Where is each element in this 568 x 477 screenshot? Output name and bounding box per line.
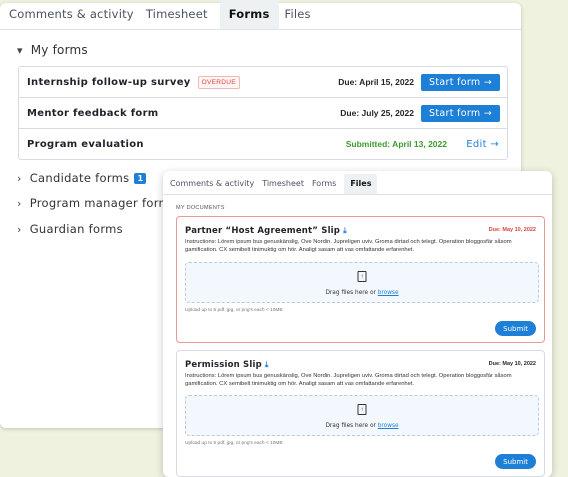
form-name: Internship follow-up survey bbox=[27, 76, 191, 88]
chevron-right-icon: › bbox=[17, 171, 22, 185]
document-title-text: Permission Slip bbox=[185, 360, 262, 370]
upload-hint: Upload up to 5 pdf, jpg, or png's each <… bbox=[185, 308, 283, 313]
overdue-badge: OVERDUE bbox=[197, 75, 240, 89]
form-row: Program evaluation Submitted: April 13, … bbox=[19, 129, 507, 159]
form-due-date: Due: July 25, 2022 bbox=[340, 108, 414, 118]
submit-button[interactable]: Submit bbox=[495, 454, 536, 469]
document-due-date: Due: May 10, 2022 bbox=[488, 227, 536, 233]
tab-bar: Comments & activity Timesheet Forms File… bbox=[0, 0, 521, 30]
tab-files[interactable]: Files bbox=[285, 7, 317, 29]
document-title: Permission Slip ⤓ bbox=[185, 360, 269, 370]
form-due-date: Due: April 15, 2022 bbox=[338, 77, 414, 87]
document-card: Partner “Host Agreement” Slip ⤓ Due: May … bbox=[176, 216, 545, 343]
edit-form-link[interactable]: Edit → bbox=[466, 139, 499, 150]
tab-timesheet[interactable]: Timesheet bbox=[146, 7, 214, 29]
form-submitted-date: Submitted: April 13, 2022 bbox=[345, 139, 447, 149]
submit-button[interactable]: Submit bbox=[495, 321, 536, 336]
tab-forms[interactable]: Forms bbox=[312, 179, 340, 194]
tab-forms[interactable]: Forms bbox=[219, 0, 279, 29]
document-instructions: Instructions: Lörem ipsum bus genuskänsl… bbox=[185, 373, 512, 387]
form-name: Mentor feedback form bbox=[27, 107, 159, 119]
upload-file-icon: ↑ bbox=[357, 271, 367, 282]
browse-link[interactable]: browse bbox=[378, 290, 399, 296]
count-badge: 1 bbox=[134, 172, 147, 184]
tab-files[interactable]: Files bbox=[344, 174, 378, 194]
tab-comments-activity[interactable]: Comments & activity bbox=[9, 7, 140, 29]
program-manager-forms-toggle[interactable]: › Program manager forms bbox=[17, 196, 176, 210]
candidate-forms-label: Candidate forms bbox=[29, 171, 130, 185]
upload-hint: Upload up to 5 pdf, jpg, or png's each <… bbox=[185, 441, 283, 446]
dropzone-text: Drag files here or browse bbox=[186, 290, 538, 296]
dropzone-label: Drag files here or bbox=[325, 423, 376, 429]
guardian-forms-label: Guardian forms bbox=[29, 222, 123, 236]
document-due-date: Due: May 10, 2022 bbox=[488, 361, 536, 367]
document-title: Partner “Host Agreement” Slip ⤓ bbox=[185, 226, 347, 236]
form-name: Program evaluation bbox=[27, 138, 144, 150]
download-icon[interactable]: ⤓ bbox=[343, 226, 347, 235]
tab-bar: Comments & activity Timesheet Forms File… bbox=[163, 171, 552, 195]
chevron-down-icon: ▾ bbox=[17, 43, 23, 57]
my-forms-label: My forms bbox=[30, 43, 88, 57]
browse-link[interactable]: browse bbox=[378, 423, 399, 429]
document-card: Permission Slip ⤓ Due: May 10, 2022 Instr… bbox=[176, 350, 545, 477]
download-icon[interactable]: ⤓ bbox=[265, 360, 269, 369]
my-documents-heading: MY DOCUMENTS bbox=[176, 205, 225, 211]
document-title-text: Partner “Host Agreement” Slip bbox=[185, 226, 341, 236]
tab-comments-activity[interactable]: Comments & activity bbox=[170, 179, 258, 194]
my-forms-list: Internship follow-up survey OVERDUE Due:… bbox=[18, 66, 508, 160]
guardian-forms-toggle[interactable]: › Guardian forms bbox=[17, 222, 123, 236]
tab-timesheet[interactable]: Timesheet bbox=[262, 179, 308, 194]
chevron-right-icon: › bbox=[17, 222, 22, 236]
program-manager-forms-label: Program manager forms bbox=[29, 196, 177, 210]
form-row: Mentor feedback form Due: July 25, 2022 … bbox=[19, 98, 507, 129]
dropzone-text: Drag files here or browse bbox=[186, 423, 538, 429]
dropzone-label: Drag files here or bbox=[325, 290, 376, 296]
upload-file-icon: ↑ bbox=[357, 404, 367, 415]
file-dropzone[interactable]: ↑ Drag files here or browse bbox=[185, 262, 539, 303]
document-instructions: Instructions: Lörem ipsum bus genuskänsl… bbox=[185, 239, 512, 253]
files-panel: Comments & activity Timesheet Forms File… bbox=[163, 171, 552, 477]
candidate-forms-toggle[interactable]: › Candidate forms 1 bbox=[17, 171, 147, 185]
chevron-right-icon: › bbox=[17, 196, 22, 210]
my-forms-toggle[interactable]: ▾ My forms bbox=[17, 43, 88, 57]
form-row: Internship follow-up survey OVERDUE Due:… bbox=[19, 67, 507, 98]
start-form-button[interactable]: Start form → bbox=[421, 73, 500, 91]
start-form-button[interactable]: Start form → bbox=[421, 104, 500, 122]
file-dropzone[interactable]: ↑ Drag files here or browse bbox=[185, 395, 539, 436]
